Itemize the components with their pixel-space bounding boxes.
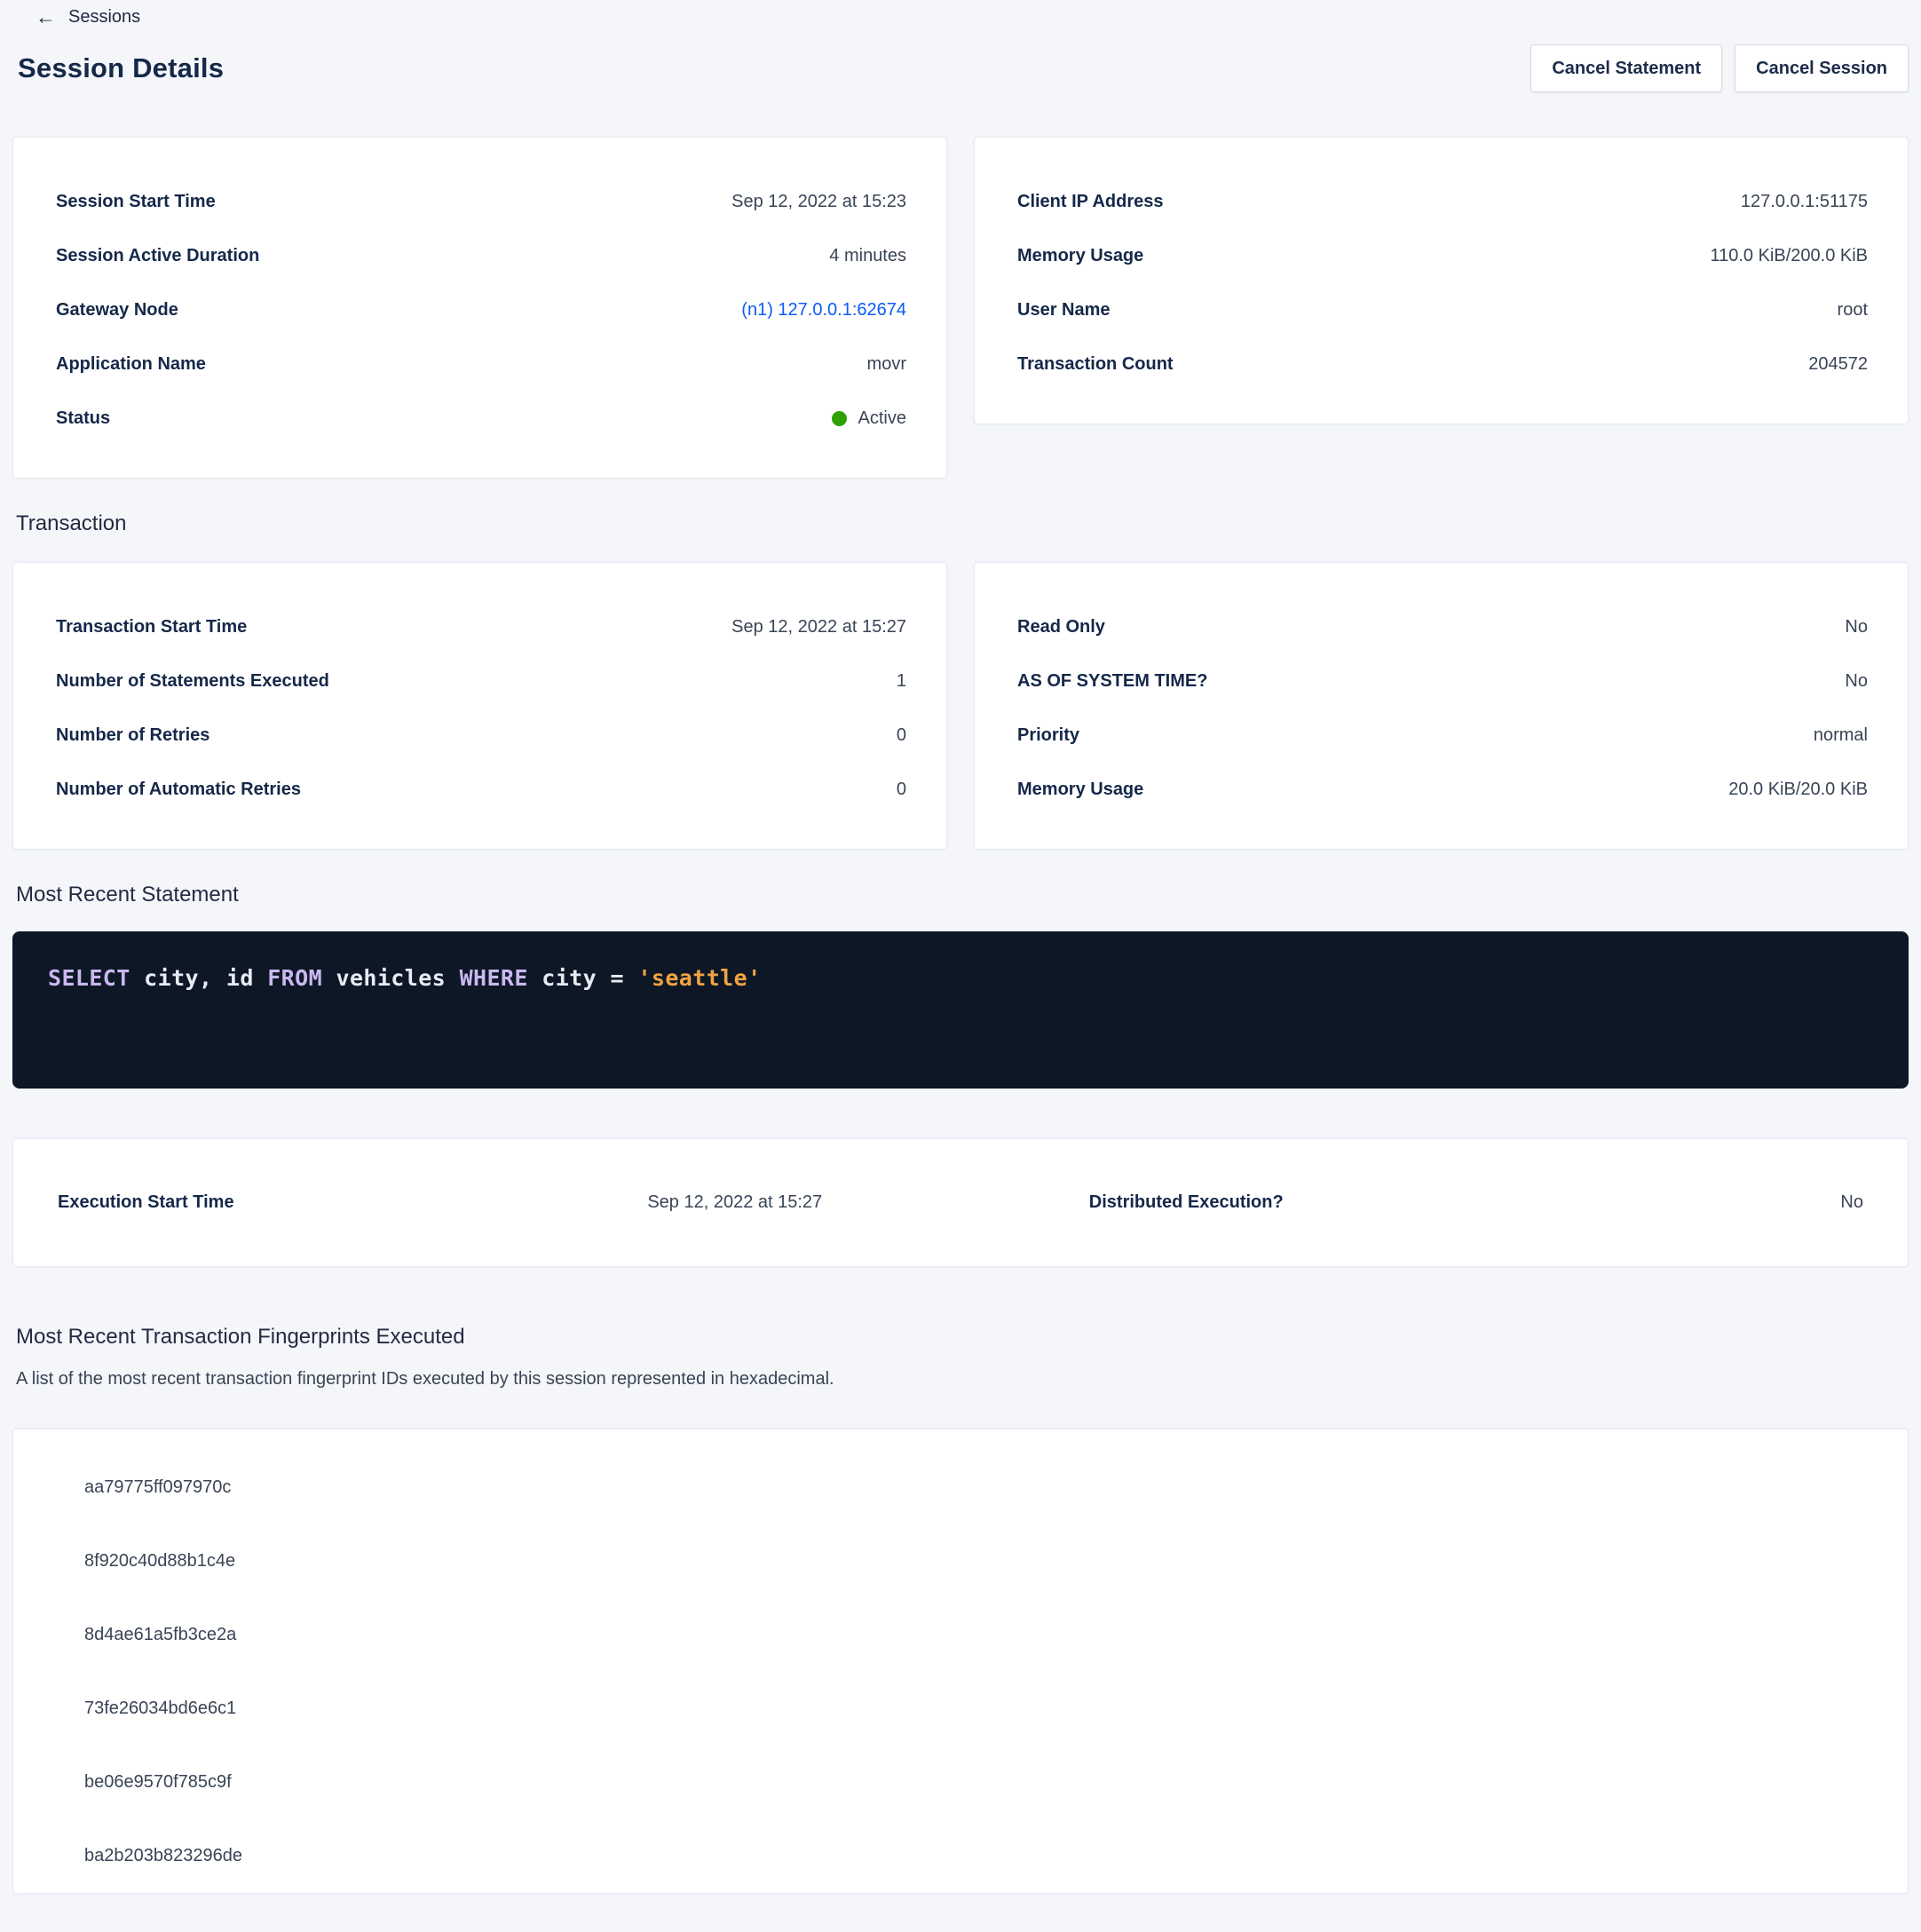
sql-string-literal: 'seattle' xyxy=(637,965,761,991)
session-active-duration-value: 4 minutes xyxy=(829,246,906,266)
transaction-start-time-label: Transaction Start Time xyxy=(56,617,247,637)
retries-label: Number of Retries xyxy=(56,725,209,746)
execution-start-time-value: Sep 12, 2022 at 15:27 xyxy=(510,1192,961,1213)
transaction-start-time-row: Transaction Start Time Sep 12, 2022 at 1… xyxy=(56,600,906,654)
session-info-card: Session Start Time Sep 12, 2022 at 15:23… xyxy=(12,137,947,479)
session-summary-row: Session Start Time Sep 12, 2022 at 15:23… xyxy=(12,137,1909,479)
session-start-time-row: Session Start Time Sep 12, 2022 at 15:23 xyxy=(56,175,906,229)
client-ip-value: 127.0.0.1:51175 xyxy=(1741,192,1868,212)
session-start-time-label: Session Start Time xyxy=(56,192,216,212)
gateway-node-link[interactable]: (n1) 127.0.0.1:62674 xyxy=(741,300,906,321)
page-title: Session Details xyxy=(18,52,224,84)
status-row: Status Active xyxy=(56,392,906,446)
cancel-session-button[interactable]: Cancel Session xyxy=(1735,44,1909,92)
session-memory-usage-value: 110.0 KiB/200.0 KiB xyxy=(1710,246,1868,266)
statement-section-heading: Most Recent Statement xyxy=(12,880,1909,910)
as-of-system-time-label: AS OF SYSTEM TIME? xyxy=(1017,671,1207,692)
read-only-row: Read Only No xyxy=(1017,600,1868,654)
execution-info-card: Execution Start Time Sep 12, 2022 at 15:… xyxy=(12,1138,1909,1267)
gateway-node-label: Gateway Node xyxy=(56,300,178,321)
user-name-label: User Name xyxy=(1017,300,1111,321)
arrow-left-icon: ← xyxy=(36,7,56,28)
back-link-label: Sessions xyxy=(68,7,140,28)
priority-row: Priority normal xyxy=(1017,709,1868,763)
fingerprints-section-heading: Most Recent Transaction Fingerprints Exe… xyxy=(12,1322,1909,1352)
sql-text: city, id xyxy=(130,965,268,991)
read-only-label: Read Only xyxy=(1017,617,1105,637)
fingerprint-item: 8f920c40d88b1c4e xyxy=(13,1524,1908,1598)
sql-statement: SELECT city, id FROM vehicles WHERE city… xyxy=(48,965,1873,991)
automatic-retries-label: Number of Automatic Retries xyxy=(56,780,301,800)
transaction-start-time-value: Sep 12, 2022 at 15:27 xyxy=(731,617,906,637)
header-actions: Cancel Statement Cancel Session xyxy=(1530,44,1909,92)
client-info-card: Client IP Address 127.0.0.1:51175 Memory… xyxy=(974,137,1909,424)
session-start-time-value: Sep 12, 2022 at 15:23 xyxy=(731,192,906,212)
execution-start-time-label: Execution Start Time xyxy=(58,1192,510,1213)
transaction-count-row: Transaction Count 204572 xyxy=(1017,337,1868,392)
status-value: Active xyxy=(858,408,906,429)
client-ip-row: Client IP Address 127.0.0.1:51175 xyxy=(1017,175,1868,229)
statements-executed-value: 1 xyxy=(897,671,906,692)
fingerprints-card: aa79775ff097970c 8f920c40d88b1c4e 8d4ae6… xyxy=(12,1429,1909,1894)
application-name-label: Application Name xyxy=(56,354,206,375)
automatic-retries-row: Number of Automatic Retries 0 xyxy=(56,763,906,817)
distributed-execution-label: Distributed Execution? xyxy=(960,1192,1412,1213)
retries-row: Number of Retries 0 xyxy=(56,709,906,763)
user-name-row: User Name root xyxy=(1017,283,1868,337)
transaction-info-card: Transaction Start Time Sep 12, 2022 at 1… xyxy=(12,562,947,850)
sql-keyword: SELECT xyxy=(48,965,130,991)
priority-label: Priority xyxy=(1017,725,1079,746)
priority-value: normal xyxy=(1814,725,1868,746)
transaction-properties-card: Read Only No AS OF SYSTEM TIME? No Prior… xyxy=(974,562,1909,850)
session-memory-usage-label: Memory Usage xyxy=(1017,246,1143,266)
as-of-system-time-value: No xyxy=(1845,671,1868,692)
status-badge: Active xyxy=(832,408,906,429)
back-to-sessions-link[interactable]: ← Sessions xyxy=(36,7,140,28)
distributed-execution-value: No xyxy=(1412,1192,1864,1213)
transaction-row: Transaction Start Time Sep 12, 2022 at 1… xyxy=(12,562,1909,850)
session-active-duration-label: Session Active Duration xyxy=(56,246,259,266)
sql-text: vehicles xyxy=(322,965,460,991)
gateway-node-row: Gateway Node (n1) 127.0.0.1:62674 xyxy=(56,283,906,337)
status-label: Status xyxy=(56,408,110,429)
cancel-statement-button[interactable]: Cancel Statement xyxy=(1530,44,1722,92)
statements-executed-row: Number of Statements Executed 1 xyxy=(56,654,906,709)
user-name-value: root xyxy=(1838,300,1868,321)
fingerprint-item: aa79775ff097970c xyxy=(13,1451,1908,1524)
transaction-count-label: Transaction Count xyxy=(1017,354,1174,375)
sql-statement-box: SELECT city, id FROM vehicles WHERE city… xyxy=(12,931,1909,1089)
session-details-page: ← Sessions Session Details Cancel Statem… xyxy=(0,0,1921,1894)
fingerprint-item: be06e9570f785c9f xyxy=(13,1746,1908,1819)
transaction-section-heading: Transaction xyxy=(12,509,1909,539)
client-ip-label: Client IP Address xyxy=(1017,192,1164,212)
retries-value: 0 xyxy=(897,725,906,746)
statements-executed-label: Number of Statements Executed xyxy=(56,671,329,692)
status-dot-icon xyxy=(832,411,847,426)
transaction-memory-usage-value: 20.0 KiB/20.0 KiB xyxy=(1728,780,1868,800)
fingerprints-description: A list of the most recent transaction fi… xyxy=(16,1366,1909,1391)
as-of-system-time-row: AS OF SYSTEM TIME? No xyxy=(1017,654,1868,709)
sql-keyword: FROM xyxy=(267,965,322,991)
fingerprint-item: 73fe26034bd6e6c1 xyxy=(13,1672,1908,1746)
fingerprint-item: 8d4ae61a5fb3ce2a xyxy=(13,1598,1908,1672)
page-header: Session Details Cancel Statement Cancel … xyxy=(12,44,1909,92)
transaction-memory-usage-label: Memory Usage xyxy=(1017,780,1143,800)
session-memory-usage-row: Memory Usage 110.0 KiB/200.0 KiB xyxy=(1017,229,1868,283)
sql-keyword: WHERE xyxy=(460,965,528,991)
transaction-memory-usage-row: Memory Usage 20.0 KiB/20.0 KiB xyxy=(1017,763,1868,817)
application-name-value: movr xyxy=(867,354,906,375)
application-name-row: Application Name movr xyxy=(56,337,906,392)
read-only-value: No xyxy=(1845,617,1868,637)
fingerprint-item: ba2b203b823296de xyxy=(13,1819,1908,1893)
automatic-retries-value: 0 xyxy=(897,780,906,800)
sql-text: city = xyxy=(528,965,638,991)
back-nav: ← Sessions xyxy=(12,0,1909,32)
session-active-duration-row: Session Active Duration 4 minutes xyxy=(56,229,906,283)
transaction-count-value: 204572 xyxy=(1808,354,1868,375)
